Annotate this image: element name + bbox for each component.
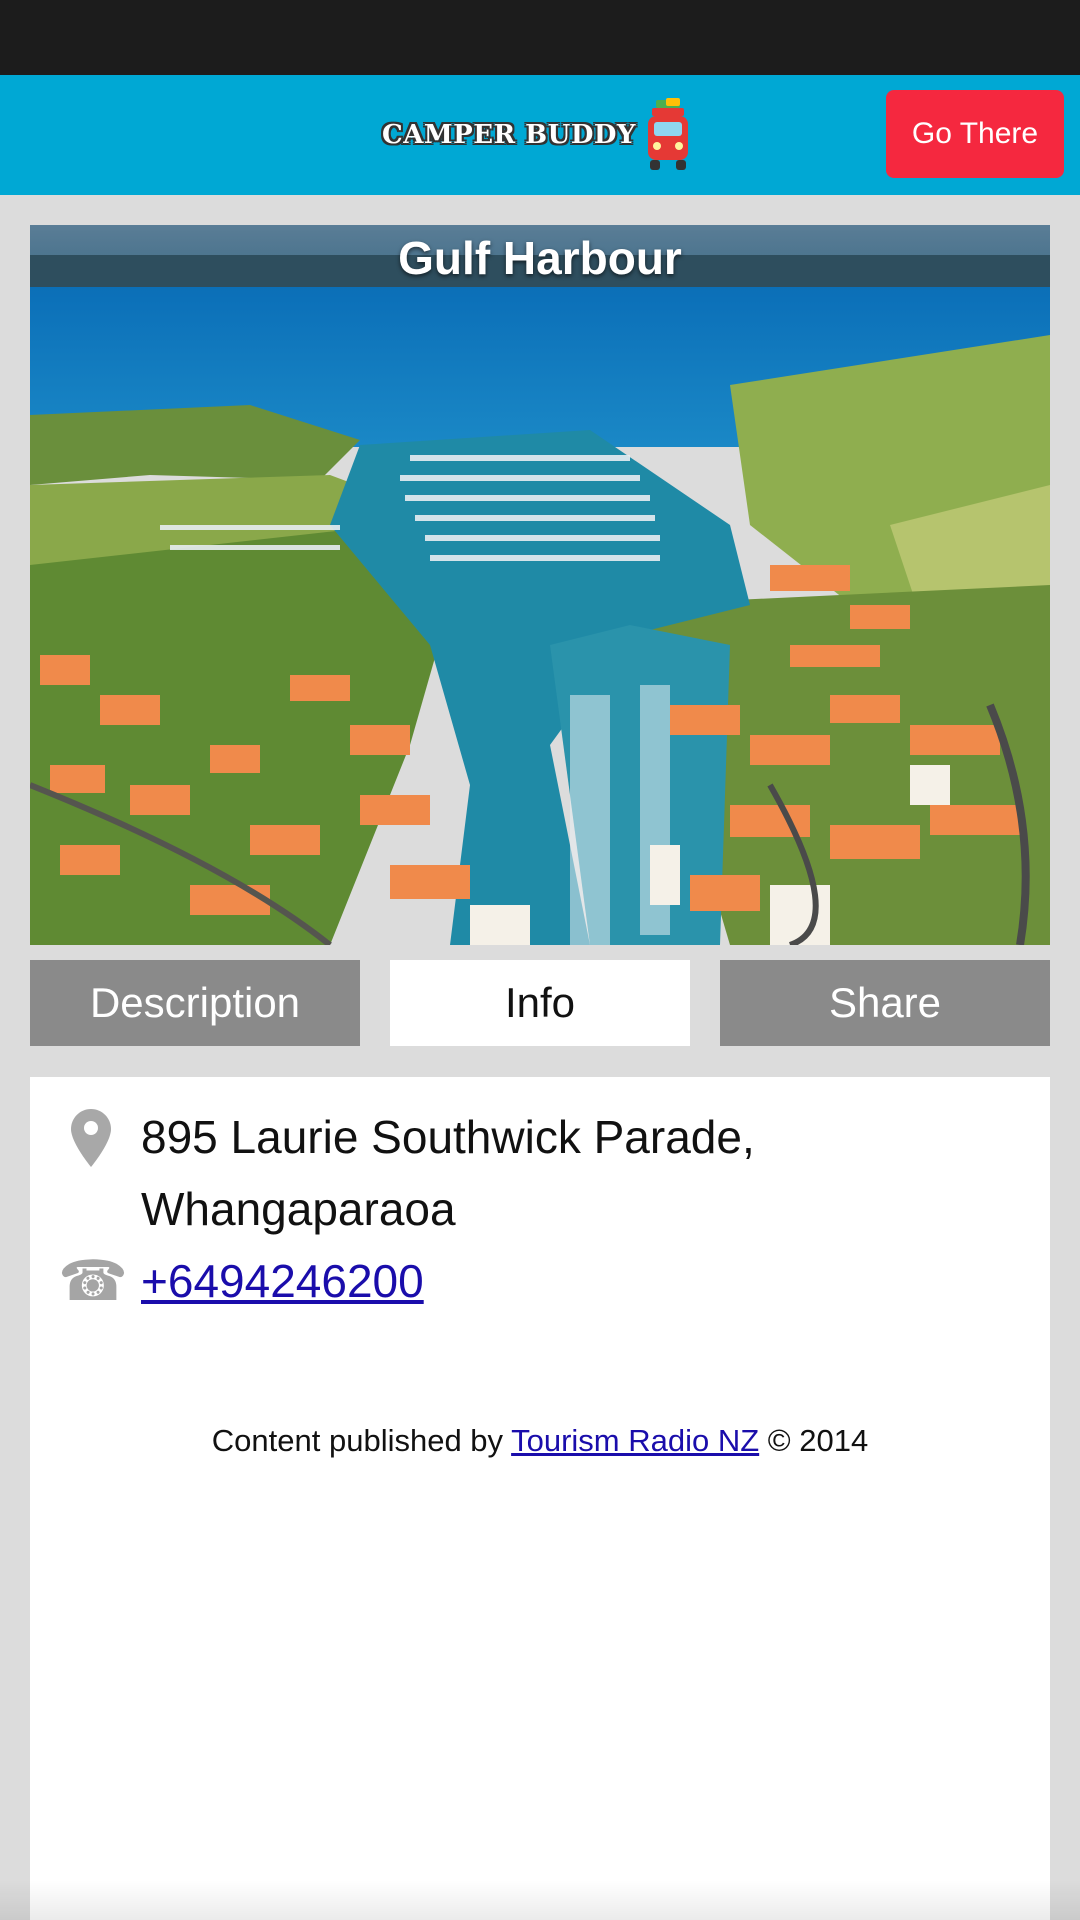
harbour-aerial-image [30, 225, 1050, 945]
credits-suffix: © 2014 [759, 1423, 869, 1458]
campervan-icon [647, 98, 688, 170]
go-there-button[interactable]: Go There [886, 90, 1064, 178]
status-bar [0, 0, 1080, 75]
phone-link[interactable]: +6494246200 [141, 1255, 424, 1307]
address-line-1: 895 Laurie Southwick Parade, [141, 1111, 755, 1163]
tab-info[interactable]: Info [390, 960, 690, 1046]
credits-prefix: Content published by [211, 1423, 512, 1458]
location-photo: Gulf Harbour [30, 225, 1050, 945]
info-panel: 895 Laurie Southwick Parade, Whangaparao… [30, 1077, 1050, 1920]
address-text: 895 Laurie Southwick Parade, Whangaparao… [141, 1101, 755, 1245]
telephone-icon: ☎ [58, 1249, 128, 1312]
tab-share[interactable]: Share [720, 960, 1050, 1046]
content-credits: Content published by Tourism Radio NZ © … [30, 1423, 1050, 1459]
camper-buddy-logo: CAMPER BUDDY [382, 95, 692, 175]
tab-description[interactable]: Description [30, 960, 360, 1046]
map-pin-icon [58, 1109, 124, 1172]
address-line-2: Whangaparaoa [141, 1183, 456, 1235]
app-header: CAMPER BUDDY Go There [0, 75, 1080, 195]
publisher-link[interactable]: Tourism Radio NZ [511, 1423, 759, 1458]
logo-text: CAMPER BUDDY [382, 120, 636, 150]
location-title: Gulf Harbour [398, 232, 682, 284]
detail-tabs: Description Info Share [30, 960, 1050, 1046]
